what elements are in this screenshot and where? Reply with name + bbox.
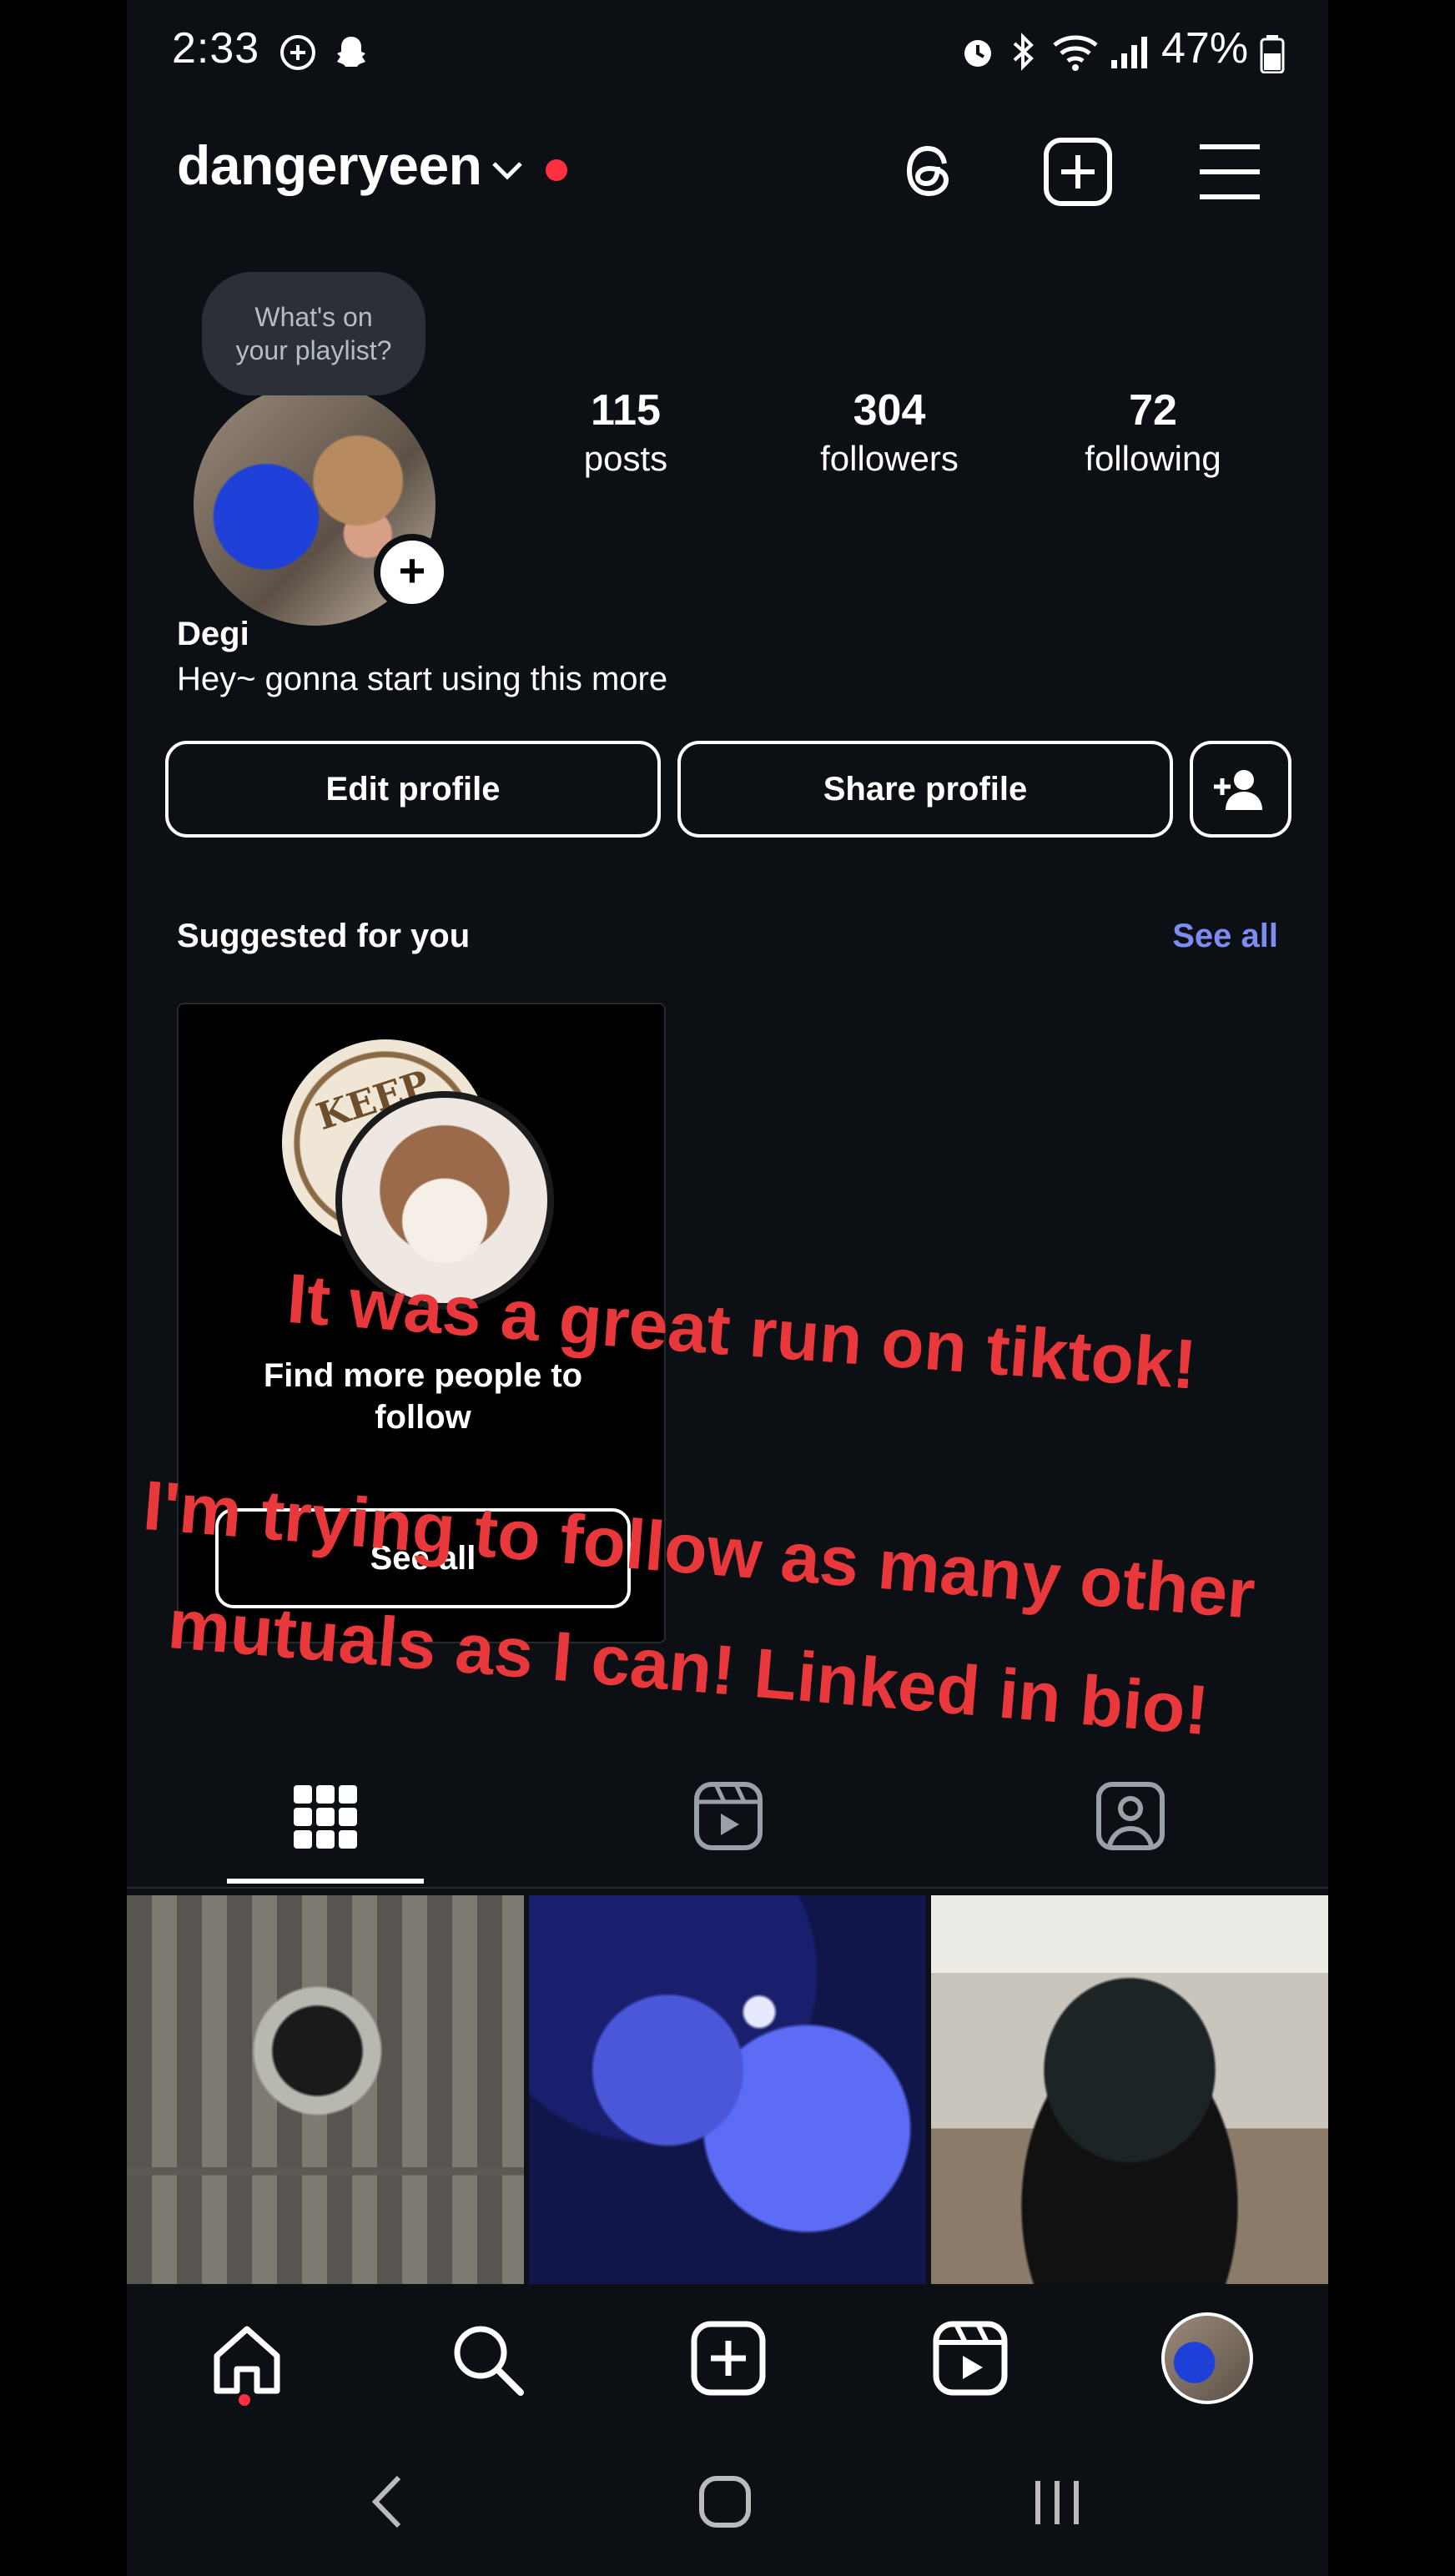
phone-screen: 2:33 47% dangeryeen What's on your playl… <box>127 0 1328 2576</box>
stat-posts-label: posts <box>583 439 668 478</box>
reels-icon[interactable] <box>692 1780 764 1852</box>
battery-percent: 47% <box>1161 24 1249 73</box>
messenger-status-icon <box>280 35 315 70</box>
create-icon[interactable] <box>689 2319 768 2397</box>
stat-posts-value: 115 <box>591 386 661 435</box>
chevron-down-icon[interactable] <box>489 155 526 185</box>
snapchat-status-icon <box>337 37 365 67</box>
stat-following[interactable]: 72 following <box>1045 385 1261 479</box>
threads-icon[interactable] <box>893 133 968 209</box>
profile-name: Degi <box>177 616 249 652</box>
stat-followers-value: 304 <box>853 386 926 435</box>
search-icon[interactable] <box>447 2319 527 2399</box>
share-profile-button[interactable]: Share profile <box>677 741 1173 838</box>
bluetooth-icon <box>1013 33 1034 71</box>
wifi-icon <box>1053 35 1098 71</box>
add-story-button[interactable]: + <box>374 534 451 611</box>
home-activity-dot <box>239 2394 250 2406</box>
stat-following-label: following <box>1085 439 1221 478</box>
reels-nav-icon[interactable] <box>931 2319 1009 2397</box>
add-person-icon <box>1214 770 1262 810</box>
post-thumbnail-3[interactable] <box>931 1895 1328 2284</box>
profile-nav-avatar[interactable] <box>1161 2312 1253 2404</box>
stat-following-value: 72 <box>1129 386 1177 435</box>
stat-followers[interactable]: 304 followers <box>781 385 998 479</box>
recents-icon[interactable] <box>1030 2474 1085 2529</box>
suggested-title: Suggested for you <box>177 918 471 954</box>
suggestion-card-text-line-2: follow <box>375 1399 471 1436</box>
post-thumbnail-1[interactable] <box>127 1895 524 2284</box>
edit-profile-button[interactable]: Edit profile <box>165 741 661 838</box>
new-post-icon[interactable] <box>1041 135 1115 209</box>
post-thumbnail-2[interactable] <box>529 1895 926 2284</box>
profile-bio: Hey~ gonna start using this more <box>177 661 668 697</box>
suggested-see-all-link[interactable]: See all <box>1172 918 1278 955</box>
note-bubble[interactable]: What's on your playlist? <box>202 272 425 395</box>
battery-icon <box>1260 35 1285 73</box>
note-bubble-line-2: your playlist? <box>235 335 392 365</box>
notification-dot <box>546 159 567 181</box>
note-bubble-line-1: What's on <box>254 302 373 332</box>
alarm-icon <box>964 40 991 67</box>
home-circle-icon[interactable] <box>697 2474 753 2529</box>
stat-followers-label: followers <box>820 439 959 478</box>
home-icon[interactable] <box>207 2319 287 2399</box>
profile-username[interactable]: dangeryeen <box>177 133 482 197</box>
tagged-icon[interactable] <box>1095 1780 1166 1852</box>
active-tab-indicator <box>227 1879 424 1884</box>
suggestion-card-text: Find more people to follow <box>179 1355 667 1438</box>
menu-icon[interactable] <box>1196 140 1263 204</box>
discover-people-button[interactable] <box>1190 741 1291 838</box>
signal-icon <box>1111 37 1147 68</box>
back-icon[interactable] <box>367 2473 409 2531</box>
status-time: 2:33 <box>172 24 260 73</box>
grid-icon[interactable] <box>292 1784 359 1850</box>
stat-posts[interactable]: 115 posts <box>517 385 734 479</box>
tab-divider <box>127 1887 1328 1889</box>
